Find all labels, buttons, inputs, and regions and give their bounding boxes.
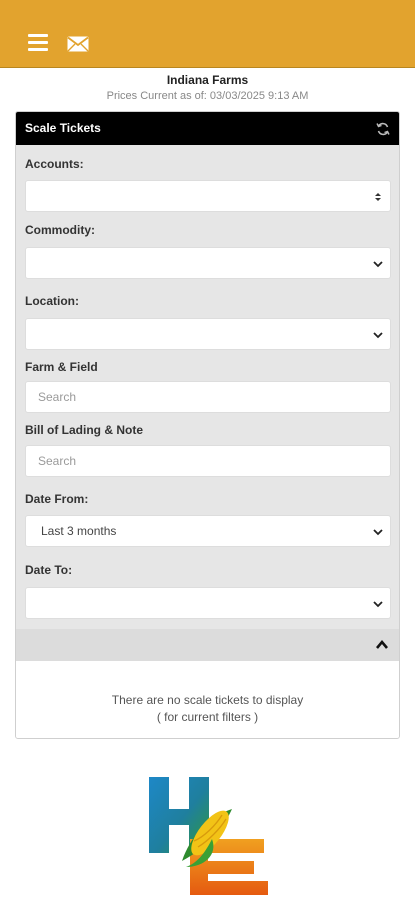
date-from-label: Date From: — [25, 492, 89, 506]
scale-tickets-panel: Scale Tickets Accounts: Commodity: Locat… — [15, 111, 400, 739]
refresh-icon[interactable] — [376, 122, 390, 136]
date-from-value: Last 3 months — [41, 524, 117, 538]
bill-of-lading-search-input[interactable]: Search — [25, 445, 391, 477]
filters-collapse-row[interactable] — [16, 629, 399, 661]
bill-of-lading-label: Bill of Lading & Note — [25, 423, 143, 437]
location-select[interactable] — [25, 318, 391, 350]
bill-of-lading-placeholder: Search — [38, 454, 77, 468]
chevron-down-icon — [373, 529, 383, 536]
commodity-label: Commodity: — [25, 223, 95, 237]
farm-field-label: Farm & Field — [25, 360, 98, 374]
panel-header: Scale Tickets — [16, 112, 399, 145]
date-from-select[interactable]: Last 3 months — [25, 515, 391, 547]
date-to-select[interactable] — [25, 587, 391, 619]
page-header: Indiana Farms Prices Current as of: 03/0… — [0, 72, 415, 104]
chevron-down-icon — [373, 261, 383, 268]
updown-caret-icon — [375, 193, 381, 201]
chevron-down-icon — [373, 332, 383, 339]
envelope-icon[interactable] — [67, 36, 89, 52]
empty-submessage: ( for current filters ) — [156, 710, 259, 724]
location-label: Location: — [25, 294, 79, 308]
empty-message: There are no scale tickets to display — [111, 693, 304, 707]
empty-results: There are no scale tickets to display ( … — [16, 661, 399, 738]
farm-name: Indiana Farms — [166, 73, 249, 87]
hamburger-menu-icon[interactable] — [28, 34, 48, 52]
chevron-up-icon[interactable] — [375, 639, 389, 651]
farm-field-placeholder: Search — [38, 390, 77, 404]
prices-current-text: Prices Current as of: 03/03/2025 9:13 AM — [106, 90, 309, 102]
farm-field-search-input[interactable]: Search — [25, 381, 391, 413]
chevron-down-icon — [373, 601, 383, 608]
accounts-label: Accounts: — [25, 157, 84, 171]
top-bar — [0, 0, 415, 68]
commodity-select[interactable] — [25, 247, 391, 279]
company-logo — [149, 777, 268, 895]
date-to-label: Date To: — [25, 563, 73, 577]
panel-title: Scale Tickets — [25, 121, 101, 135]
accounts-select[interactable] — [25, 180, 391, 212]
